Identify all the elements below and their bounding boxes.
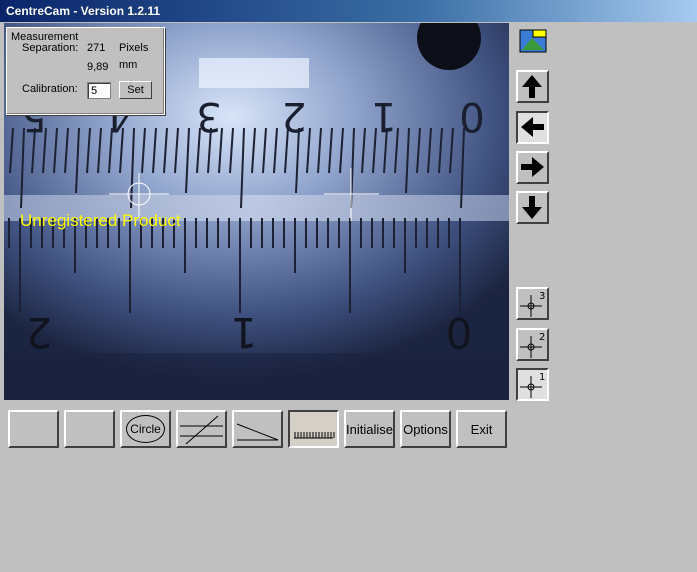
window-title-bar: CentreCam - Version 1.2.11 — [0, 0, 697, 22]
crosshair-1-label: 1 — [539, 372, 545, 383]
crosshair-1-button[interactable]: 1 — [516, 368, 549, 401]
ruler-upper-label: 3 — [196, 93, 221, 139]
crosshair-3-button[interactable]: 3 — [516, 287, 549, 320]
circle-label: Circle — [126, 415, 165, 443]
arrow-left-button[interactable] — [516, 111, 549, 144]
exit-label: Exit — [470, 421, 493, 437]
angle-icon — [236, 423, 279, 441]
camera-icon — [519, 29, 547, 53]
blank-button-1[interactable] — [8, 410, 59, 448]
circle-button[interactable]: Circle — [120, 410, 171, 448]
ruler-upper-label: 1 — [371, 93, 396, 139]
calibration-input[interactable]: 5 — [87, 82, 111, 99]
angle-button[interactable] — [232, 410, 283, 448]
window-title: CentreCam - Version 1.2.11 — [6, 4, 161, 18]
crosshair-icon: 3 — [520, 291, 545, 317]
measurement-panel: Measurement Separation: 271 Pixels 9,89 … — [6, 27, 165, 115]
ruler-lower-label: 1 — [231, 308, 258, 357]
separation-value: 271 — [87, 42, 106, 54]
mm-unit: mm — [119, 59, 138, 71]
ruler-upper-label: 0 — [459, 93, 484, 139]
ruler-icon — [294, 432, 335, 439]
exit-button[interactable]: Exit — [456, 410, 507, 448]
parallel-lines-button[interactable] — [176, 410, 227, 448]
crosshair-icon: 2 — [520, 332, 545, 358]
parallel-lines-icon — [180, 415, 223, 445]
options-button[interactable]: Options — [400, 410, 451, 448]
arrow-left-icon — [521, 117, 544, 137]
crosshair-icon: 1 — [520, 372, 545, 398]
crosshair-3-label: 3 — [539, 291, 545, 302]
camera-button[interactable] — [516, 25, 550, 57]
crosshair-2-label: 2 — [539, 332, 545, 343]
arrow-up-icon — [522, 75, 542, 98]
options-label: Options — [403, 421, 448, 437]
set-button[interactable]: Set — [119, 81, 152, 99]
separation-label: Separation: — [22, 42, 79, 54]
initialise-label: Initialise — [346, 421, 393, 437]
blank-button-2[interactable] — [64, 410, 115, 448]
arrow-down-icon — [522, 196, 542, 219]
calibration-label: Calibration: — [22, 83, 78, 95]
ruler-lower-label: 0 — [446, 308, 473, 357]
arrow-right-icon — [521, 157, 544, 177]
ruler-upper-label: 2 — [281, 93, 306, 139]
ruler-button[interactable] — [288, 410, 339, 448]
separation-unit: Pixels — [119, 42, 149, 54]
unregistered-watermark: Unregistered Product — [20, 211, 181, 230]
mm-value: 9,89 — [87, 61, 109, 73]
initialise-button[interactable]: Initialise — [344, 410, 395, 448]
crosshair-2-button[interactable]: 2 — [516, 328, 549, 361]
arrow-up-button[interactable] — [516, 70, 549, 103]
arrow-down-button[interactable] — [516, 191, 549, 224]
ruler-lower-label: 2 — [26, 308, 53, 357]
arrow-right-button[interactable] — [516, 151, 549, 184]
